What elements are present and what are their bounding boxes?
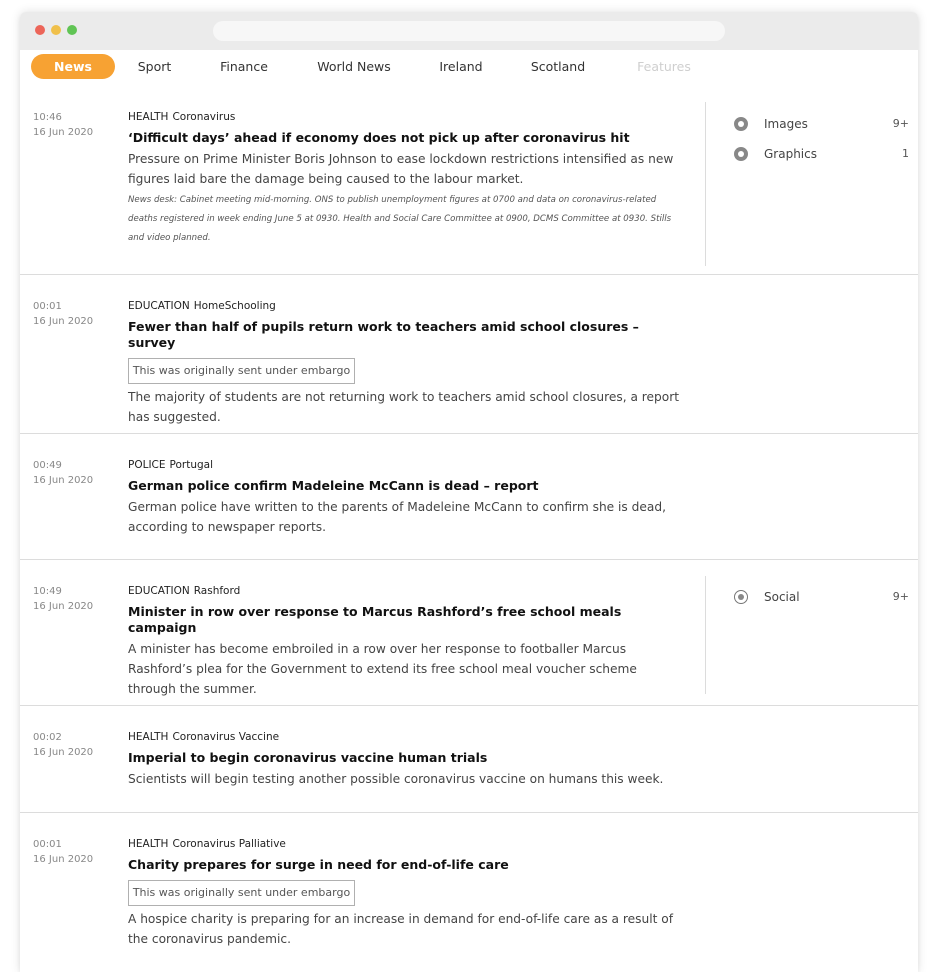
item-title[interactable]: Imperial to begin coronavirus vaccine hu… <box>128 750 688 766</box>
attachment-images[interactable]: Images 9+ <box>734 116 909 132</box>
item-timestamp: 10:46 16 Jun 2020 <box>33 110 93 140</box>
item-summary: Scientists will begin testing another po… <box>128 772 664 786</box>
item-body: HEALTH Coronavirus Palliative Charity pre… <box>128 837 688 949</box>
embargo-notice: This was originally sent under embargo <box>128 358 355 384</box>
list-item: 00:02 16 Jun 2020 HEALTH Coronavirus Vacc… <box>20 706 918 813</box>
tab-ireland[interactable]: Ireland <box>428 54 494 79</box>
item-time: 00:02 <box>33 732 62 743</box>
item-body: POLICE Portugal German police confirm Mad… <box>128 458 688 537</box>
item-body: EDUCATION Rashford Minister in row over r… <box>128 584 688 699</box>
list-item: 10:49 16 Jun 2020 EDUCATION Rashford Mini… <box>20 560 918 706</box>
tab-finance[interactable]: Finance <box>208 54 280 79</box>
image-icon <box>734 117 748 131</box>
list-item: 10:46 16 Jun 2020 HEALTH Coronavirus ‘Dif… <box>20 88 918 275</box>
item-attachments: Social 9+ <box>705 576 918 694</box>
item-summary: Pressure on Prime Minister Boris Johnson… <box>128 152 674 186</box>
item-topic[interactable]: Coronavirus <box>172 111 235 123</box>
item-category[interactable]: HEALTH <box>128 838 168 850</box>
news-feed: 10:46 16 Jun 2020 HEALTH Coronavirus ‘Dif… <box>20 88 918 972</box>
tab-features[interactable]: Features <box>624 54 704 79</box>
maximize-window-icon[interactable] <box>67 25 77 35</box>
attachment-label: Social <box>764 590 800 604</box>
close-window-icon[interactable] <box>35 25 45 35</box>
item-summary: The majority of students are not returni… <box>128 390 680 424</box>
tab-world-news[interactable]: World News <box>307 54 401 79</box>
item-date: 16 Jun 2020 <box>33 316 94 327</box>
item-topic[interactable]: Portugal <box>170 459 214 471</box>
item-category[interactable]: HEALTH <box>128 731 168 743</box>
attachment-count: 1 <box>902 147 909 160</box>
item-tags: HEALTH Coronavirus <box>128 110 688 124</box>
address-bar[interactable] <box>213 21 725 41</box>
tab-sport[interactable]: Sport <box>127 54 182 79</box>
item-category[interactable]: HEALTH <box>128 111 168 123</box>
item-date: 16 Jun 2020 <box>33 854 94 865</box>
item-title[interactable]: Minister in row over response to Marcus … <box>128 604 688 636</box>
item-summary: German police have written to the parent… <box>128 500 666 534</box>
item-title[interactable]: Fewer than half of pupils return work to… <box>128 319 688 351</box>
embargo-notice: This was originally sent under embargo <box>128 880 355 906</box>
item-title[interactable]: Charity prepares for surge in need for e… <box>128 857 688 873</box>
minimize-window-icon[interactable] <box>51 25 61 35</box>
graphics-icon <box>734 147 748 161</box>
item-title[interactable]: German police confirm Madeleine McCann i… <box>128 478 688 494</box>
item-timestamp: 00:01 16 Jun 2020 <box>33 837 93 867</box>
item-topic[interactable]: Coronavirus Vaccine <box>172 731 279 743</box>
attachment-social[interactable]: Social 9+ <box>734 589 909 605</box>
item-time: 00:01 <box>33 839 62 850</box>
item-tags: EDUCATION Rashford <box>128 584 688 598</box>
item-topic[interactable]: HomeSchooling <box>194 300 276 312</box>
tab-scotland[interactable]: Scotland <box>521 54 595 79</box>
item-date: 16 Jun 2020 <box>33 747 94 758</box>
social-icon <box>734 590 748 604</box>
item-summary: A minister has become embroiled in a row… <box>128 642 637 696</box>
item-timestamp: 00:01 16 Jun 2020 <box>33 299 93 329</box>
attachment-graphics[interactable]: Graphics 1 <box>734 146 909 162</box>
item-body: EDUCATION HomeSchooling Fewer than half o… <box>128 299 688 427</box>
attachment-count: 9+ <box>892 590 909 603</box>
item-category[interactable]: EDUCATION <box>128 585 190 597</box>
item-body: HEALTH Coronavirus Vaccine Imperial to be… <box>128 730 688 789</box>
browser-window: News Sport Finance World News Ireland Sc… <box>20 12 918 972</box>
item-time: 10:49 <box>33 586 62 597</box>
item-date: 16 Jun 2020 <box>33 601 94 612</box>
item-body: HEALTH Coronavirus ‘Difficult days’ ahead… <box>128 110 688 248</box>
tab-news[interactable]: News <box>31 54 115 79</box>
item-topic[interactable]: Rashford <box>194 585 241 597</box>
item-category[interactable]: POLICE <box>128 459 166 471</box>
list-item: 00:01 16 Jun 2020 EDUCATION HomeSchooling… <box>20 275 918 434</box>
item-summary: A hospice charity is preparing for an in… <box>128 912 673 946</box>
attachment-label: Images <box>764 117 808 131</box>
item-topic[interactable]: Coronavirus Palliative <box>172 838 285 850</box>
item-time: 10:46 <box>33 112 62 123</box>
item-tags: HEALTH Coronavirus Vaccine <box>128 730 688 744</box>
item-tags: EDUCATION HomeSchooling <box>128 299 688 313</box>
item-timestamp: 00:02 16 Jun 2020 <box>33 730 93 760</box>
list-item: 00:01 16 Jun 2020 HEALTH Coronavirus Pall… <box>20 813 918 972</box>
item-timestamp: 00:49 16 Jun 2020 <box>33 458 93 488</box>
list-item: 00:49 16 Jun 2020 POLICE Portugal German … <box>20 434 918 560</box>
item-desk-note: News desk: Cabinet meeting mid-morning. … <box>128 195 672 243</box>
item-attachments: Images 9+ Graphics 1 <box>705 102 918 266</box>
item-title[interactable]: ‘Difficult days’ ahead if economy does n… <box>128 130 688 146</box>
item-timestamp: 10:49 16 Jun 2020 <box>33 584 93 614</box>
item-time: 00:49 <box>33 460 62 471</box>
item-tags: HEALTH Coronavirus Palliative <box>128 837 688 851</box>
item-date: 16 Jun 2020 <box>33 475 94 486</box>
item-category[interactable]: EDUCATION <box>128 300 190 312</box>
section-tabs: News Sport Finance World News Ireland Sc… <box>20 50 918 88</box>
item-date: 16 Jun 2020 <box>33 127 94 138</box>
attachment-label: Graphics <box>764 147 817 161</box>
attachment-count: 9+ <box>892 117 909 130</box>
item-tags: POLICE Portugal <box>128 458 688 472</box>
item-time: 00:01 <box>33 301 62 312</box>
title-bar <box>20 12 918 50</box>
